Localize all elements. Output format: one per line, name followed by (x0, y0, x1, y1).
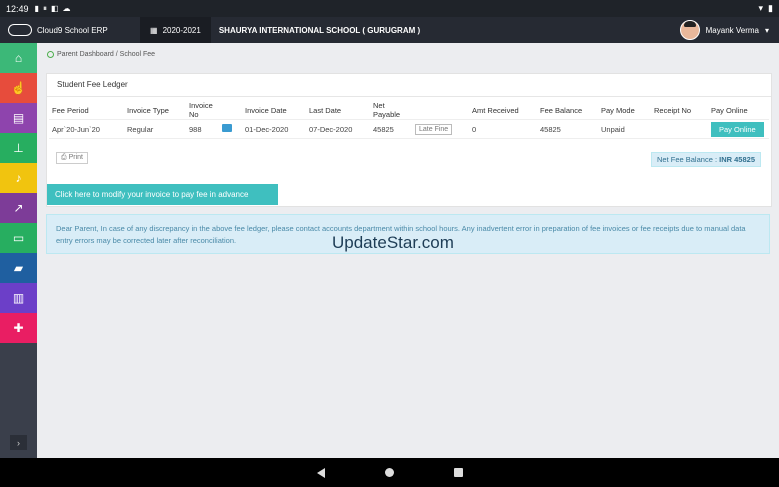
hand-pointer-icon: ☝ (11, 81, 26, 95)
pay-mode-cell: Unpaid (598, 119, 651, 139)
col-header (219, 101, 242, 120)
pin-icon: ⊥ (13, 141, 24, 155)
home-icon: ⌂ (14, 51, 23, 65)
status-icons: ▮ ⏸ ◧ ☁ (35, 4, 71, 14)
home-nav-icon[interactable] (384, 468, 394, 477)
fee-balance-cell: 45825 (537, 119, 598, 139)
sidebar-item-add[interactable]: ✚ (0, 313, 37, 343)
cloud-icon: ☁ (62, 3, 71, 13)
amt-received-cell: 0 (469, 119, 537, 139)
net-balance-value: INR 45825 (719, 155, 755, 164)
table-row: Apr`20-Jun`20 Regular 988 01-Dec-2020 07… (49, 119, 769, 139)
print-invoice-cell (219, 119, 242, 139)
school-name: SHAURYA INTERNATIONAL SCHOOL ( GURUGRAM … (218, 25, 421, 35)
receipt-no-cell (651, 119, 708, 139)
net-payable-cell: 45825 (370, 119, 412, 139)
caret-down-icon: ▾ (764, 25, 769, 35)
print-label: Print (68, 154, 83, 161)
breadcrumb-text: Parent Dashboard / School Fee (57, 51, 156, 58)
col-header: Amt Received (472, 105, 519, 115)
pause-icon: ⏸ (42, 3, 47, 13)
user-name: Mayank Verma (705, 25, 759, 35)
panel-title: Student Fee Ledger (47, 74, 771, 97)
pay-online-cell: Pay Online (708, 119, 769, 139)
sidebar-item-school[interactable]: ▥ (0, 283, 37, 313)
status-right-icons: ▾ ▮ (759, 3, 773, 14)
modify-invoice-button[interactable]: Click here to modify your invoice to pay… (47, 184, 278, 205)
col-header: Invoice Date (245, 105, 287, 115)
sidebar-toggle-button[interactable]: › (10, 435, 27, 450)
avatar (679, 20, 700, 40)
battery-icon: ▮ (768, 3, 773, 13)
calendar-icon: ▦ (150, 25, 158, 35)
table-header-row: Fee Period Invoice Type Invoice No Invoi… (49, 101, 769, 120)
fee-period-cell: Apr`20-Jun`20 (49, 119, 124, 139)
sidebar-item-home[interactable]: ⌂ (0, 43, 37, 73)
academic-year-selector[interactable]: ▦ 2020-2021 (140, 17, 211, 43)
notification-icon: ▮ (34, 3, 39, 13)
back-icon[interactable] (316, 467, 325, 478)
sidebar-item-library[interactable]: ▰ (0, 253, 37, 283)
invoice-type-cell: Regular (124, 119, 186, 139)
printer-icon[interactable] (222, 124, 232, 132)
top-navbar: Cloud9 School ERP ▦ 2020-2021 SHAURYA IN… (0, 17, 779, 43)
col-header: Invoice Type (127, 105, 169, 115)
sidebar-item-notifications[interactable]: ♪ (0, 163, 37, 193)
print-button[interactable]: ⎙ Print (56, 152, 88, 164)
cloud-logo-icon (8, 24, 32, 36)
circle-icon (47, 51, 54, 58)
invoice-no-cell: 988 (186, 119, 219, 139)
credit-card-icon: ▭ (12, 231, 25, 245)
main-content: Parent Dashboard / School Fee Student Fe… (37, 43, 779, 458)
invoice-date-cell: 01-Dec-2020 (242, 119, 306, 139)
col-header: Last Date (309, 105, 342, 115)
sidebar: ⌂ ☝ ▤ ⊥ ♪ ↗ ▭ ▰ ▥ ✚ › (0, 43, 37, 458)
flipboard-icon: ◧ (50, 3, 59, 13)
print-icon: ⎙ (61, 154, 67, 161)
watermark: UpdateStar.com (332, 233, 454, 252)
col-header: Receipt No (654, 105, 692, 115)
file-icon: ▤ (12, 111, 25, 125)
bell-icon: ♪ (15, 171, 22, 185)
chart-line-icon: ↗ (13, 201, 24, 215)
user-menu[interactable]: Mayank Verma ▾ (679, 20, 769, 40)
brand[interactable]: Cloud9 School ERP (0, 24, 132, 36)
sidebar-item-pointer[interactable]: ☝ (0, 73, 37, 103)
pay-online-button[interactable]: Pay Online (711, 121, 764, 137)
late-fine-cell: Late Fine (412, 119, 469, 139)
last-date-cell: 07-Dec-2020 (306, 119, 370, 139)
academic-year: 2020-2021 (162, 25, 201, 35)
col-header: Fee Period (52, 105, 89, 115)
status-time: 12:49 (6, 3, 29, 14)
plus-icon: ✚ (13, 321, 24, 335)
fee-ledger-table: Fee Period Invoice Type Invoice No Invoi… (49, 101, 769, 139)
book-icon: ▰ (13, 261, 24, 275)
breadcrumb: Parent Dashboard / School Fee (47, 51, 155, 58)
sidebar-item-reports[interactable]: ↗ (0, 193, 37, 223)
col-header: Net Payable (373, 101, 401, 119)
sidebar-item-fees[interactable]: ▭ (0, 223, 37, 253)
net-balance-label: Net Fee Balance : (657, 155, 718, 164)
late-fine-button[interactable]: Late Fine (415, 123, 453, 135)
col-header: Pay Online (711, 105, 748, 115)
col-header: Invoice No (189, 101, 213, 119)
sidebar-item-documents[interactable]: ▤ (0, 103, 37, 133)
sidebar-item-pin[interactable]: ⊥ (0, 133, 37, 163)
col-header: Fee Balance (540, 105, 583, 115)
building-icon: ▥ (12, 291, 25, 305)
col-header: Pay Mode (601, 105, 635, 115)
app-name: Cloud9 School ERP (37, 25, 108, 35)
android-nav-bar (0, 458, 779, 487)
col-header (412, 101, 469, 120)
net-fee-balance: Net Fee Balance : INR 45825 (651, 152, 761, 167)
status-bar: 12:49 ▮ ⏸ ◧ ☁ ▾ ▮ (0, 0, 779, 17)
wifi-icon: ▾ (758, 3, 764, 13)
recents-icon[interactable] (453, 468, 463, 477)
